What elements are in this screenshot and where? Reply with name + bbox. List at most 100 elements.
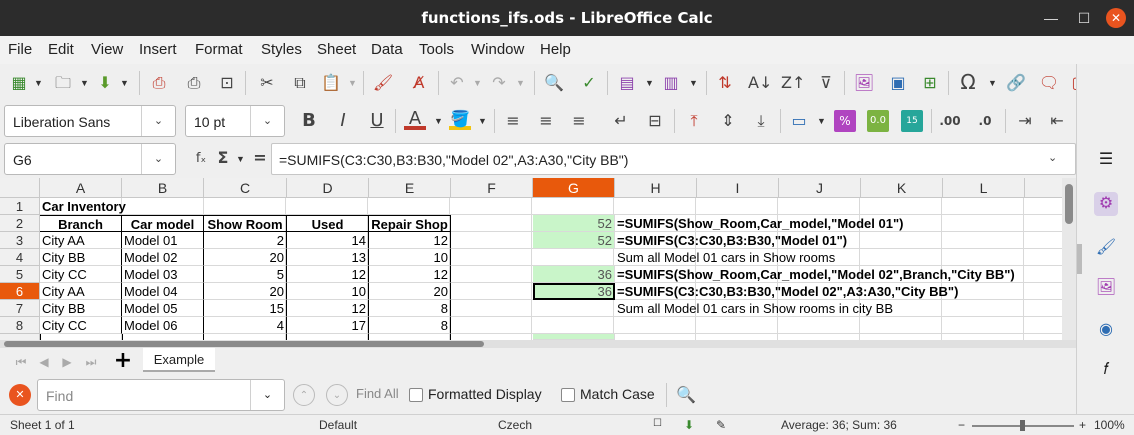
branch-cell[interactable]: City BB [40,249,122,266]
percent-format-icon[interactable]: % [834,110,856,132]
column-header[interactable]: A [40,178,122,198]
styles-icon[interactable]: 🖌 [1094,236,1118,260]
horizontal-scrollbar[interactable] [0,340,1076,348]
row-header[interactable]: 7 [0,300,40,317]
sum-icon[interactable]: Σ [212,147,234,169]
chevron-down-icon[interactable]: ▼ [348,78,357,88]
align-center-icon[interactable]: ≡ [535,110,557,132]
font-name-combo[interactable]: Liberation Sans ⌄ [4,105,176,137]
page-style[interactable]: Default [319,418,357,432]
add-decimal-icon[interactable]: .00 [939,110,961,132]
row-header[interactable]: 1 [0,198,40,215]
model-cell[interactable]: Model 04 [122,283,204,300]
showroom-cell[interactable]: 20 [204,283,287,300]
showroom-cell[interactable]: 5 [204,266,287,283]
name-box[interactable]: G6 ⌄ [4,143,176,175]
description-note[interactable]: Sum all Model 01 cars in Show rooms [615,249,837,266]
row-header[interactable]: 4 [0,249,40,266]
row-header-selected[interactable]: 6 [0,283,40,300]
expand-formula-icon[interactable]: ⌄ [1048,151,1057,164]
pivot-table-icon[interactable]: ⊞ [919,72,941,94]
sort-icon[interactable]: ⇅ [714,72,736,94]
column-header[interactable]: B [122,178,204,198]
bold-icon[interactable]: B [298,110,320,132]
redo-icon[interactable]: ↷ [488,72,510,94]
column-header[interactable]: J [779,178,861,198]
branch-cell[interactable]: City CC [40,317,122,334]
copy-icon[interactable]: ⧉ [289,72,311,94]
header-cell[interactable]: Show Room [204,215,287,232]
spreadsheet-grid[interactable]: A B C D E F G H I J K L M 1 2 3 4 5 6 7 … [0,178,1062,340]
font-size-combo[interactable]: 10 pt ⌄ [185,105,285,137]
row-header[interactable]: 2 [0,215,40,232]
language[interactable]: Czech [498,418,532,432]
spelling-icon[interactable]: ✓ [578,72,600,94]
export-pdf-icon[interactable]: ⎙ [148,72,170,94]
chevron-down-icon[interactable]: ▼ [434,116,443,126]
undo-icon[interactable]: ↶ [446,72,468,94]
insert-image-icon[interactable]: 🖼 [853,72,875,94]
row-header[interactable]: 5 [0,266,40,283]
formula-note[interactable]: =SUMIFS(C3:C30,B3:B30,"Model 02",A3:A30,… [615,283,960,300]
row-header[interactable]: 8 [0,317,40,334]
formatted-display-checkbox[interactable] [409,388,423,402]
insert-chart-icon[interactable]: ▣ [887,72,909,94]
sidebar-menu-icon[interactable]: ☰ [1094,148,1118,172]
column-header[interactable]: D [287,178,369,198]
cut-icon[interactable]: ✂ [256,72,278,94]
chevron-down-icon[interactable]: ⌄ [250,106,284,136]
repair-cell[interactable]: 10 [369,249,451,266]
find-next-icon[interactable]: ⌄ [326,384,348,406]
menu-tools[interactable]: Tools [419,41,454,58]
wrap-text-icon[interactable]: ↵ [610,110,632,132]
last-sheet-icon[interactable]: ⏭ [80,351,102,373]
clone-formatting-icon[interactable]: 🖌 [372,72,394,94]
decrease-indent-icon[interactable]: ⇤ [1046,110,1068,132]
menu-format[interactable]: Format [195,41,243,58]
result-cell[interactable]: 52 [533,215,615,232]
showroom-cell[interactable]: 2 [204,232,287,249]
close-window-icon[interactable]: ✕ [1106,8,1126,28]
column-header[interactable]: I [697,178,779,198]
chevron-down-icon[interactable]: ▼ [645,78,654,88]
column-icon[interactable]: ▥ [660,72,682,94]
align-left-icon[interactable]: ≡ [502,110,524,132]
zoom-slider-thumb[interactable] [1020,420,1025,431]
autofilter-icon[interactable]: ⊽ [815,72,837,94]
formula-note[interactable]: =SUMIFS(Show_Room,Car_model,"Model 02",B… [615,266,1017,283]
model-cell[interactable]: Model 05 [122,300,204,317]
column-header-selected[interactable]: G [533,178,615,198]
used-cell[interactable]: 12 [287,300,369,317]
formula-input[interactable]: =SUMIFS(C3:C30,B3:B30,"Model 02",A3:A30,… [271,143,1076,175]
print-icon[interactable]: ⎙ [183,72,205,94]
chevron-down-icon[interactable]: ▼ [34,78,43,88]
column-header[interactable]: M [1025,178,1062,198]
add-sheet-icon[interactable]: + [112,350,134,372]
repair-cell[interactable]: 12 [369,232,451,249]
clear-formatting-icon[interactable]: A̸ [408,72,430,94]
header-cell[interactable]: Repair Shop [369,215,451,232]
align-bottom-icon[interactable]: ⤓ [750,110,772,132]
print-preview-icon[interactable]: ⊡ [216,72,238,94]
menu-sheet[interactable]: Sheet [317,41,356,58]
navigator-icon[interactable]: ◉ [1094,318,1118,342]
horizontal-scroll-thumb[interactable] [4,341,484,347]
find-replace-icon[interactable]: 🔍 [543,72,565,94]
properties-icon[interactable]: ⚙ [1094,192,1118,216]
new-spreadsheet-icon[interactable]: ▦ [8,72,30,94]
merge-center-icon[interactable]: ⊟ [644,110,666,132]
showroom-cell[interactable]: 4 [204,317,287,334]
column-header[interactable]: E [369,178,451,198]
minimize-icon[interactable]: — [1041,8,1061,28]
italic-icon[interactable]: I [332,110,354,132]
previous-sheet-icon[interactable]: ◀ [33,351,55,373]
increase-indent-icon[interactable]: ⇥ [1014,110,1036,132]
header-cell[interactable]: Car model [122,215,204,232]
chevron-down-icon[interactable]: ▼ [80,78,89,88]
sheet-tab-example[interactable]: Example [143,348,215,372]
repair-cell[interactable]: 20 [369,283,451,300]
zoom-level[interactable]: 100% [1094,418,1125,432]
align-right-icon[interactable]: ≡ [568,110,590,132]
close-find-icon[interactable]: ✕ [9,384,31,406]
row-icon[interactable]: ▤ [616,72,638,94]
